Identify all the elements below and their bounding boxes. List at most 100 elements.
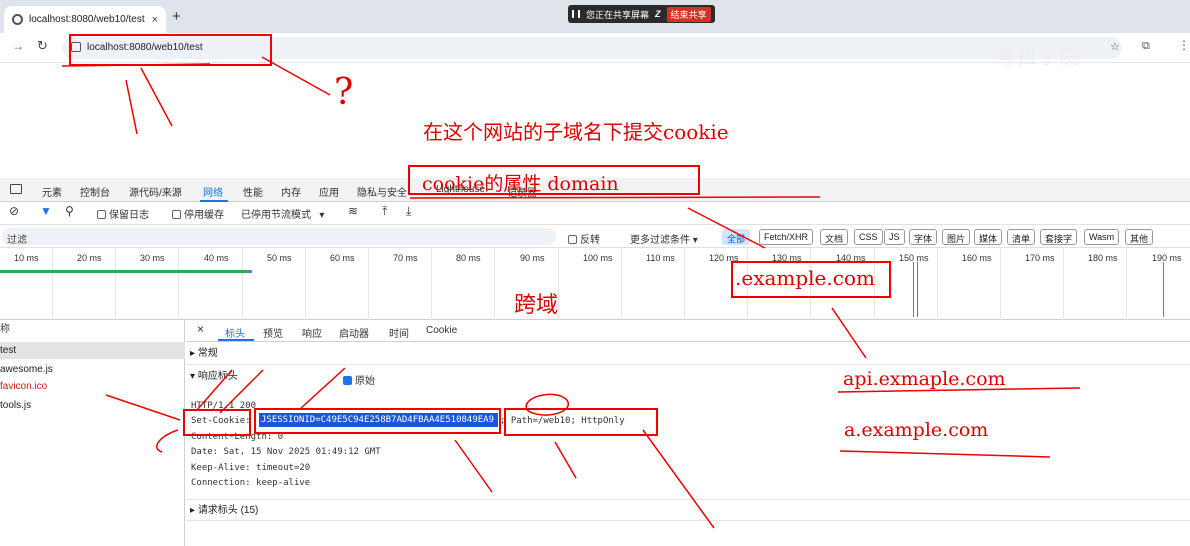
timeline-gridline	[305, 248, 306, 320]
disable-cache-checkbox[interactable]: 停用缓存	[172, 206, 224, 221]
tab-network[interactable]: 网络	[203, 184, 223, 199]
timeline-tick-label: 10 ms	[14, 253, 39, 263]
chip-socket[interactable]: 套接字	[1040, 229, 1078, 245]
preserve-log-checkbox[interactable]: 保留日志	[97, 206, 149, 221]
new-tab-button[interactable]: +	[172, 8, 181, 25]
timeline-gridline	[242, 248, 243, 320]
invert-checkbox[interactable]: 反转	[568, 231, 600, 246]
timeline-bar-waiting	[0, 270, 248, 273]
upload-icon[interactable]: ⤒	[382, 204, 387, 219]
screen-share-bar: 您正在共享屏幕 Z 结束共享	[568, 5, 715, 23]
timeline-gridline	[1126, 248, 1127, 320]
filter-icon[interactable]: ▼	[40, 204, 52, 218]
timeline-gridline	[684, 248, 685, 320]
timeline-gridline	[1063, 248, 1064, 320]
timeline-gridline	[52, 248, 53, 320]
chip-img[interactable]: 图片	[942, 229, 971, 245]
download-icon[interactable]: ⤓	[406, 204, 411, 219]
wifi-icon[interactable]: ≋	[348, 204, 358, 218]
response-headers-section[interactable]: ▾ 响应标头	[186, 366, 1190, 388]
domain-attr-text: cookie的属性 domain	[422, 173, 619, 195]
tab-console[interactable]: 控制台	[80, 184, 110, 199]
tab-cookie[interactable]: Cookie	[426, 325, 457, 336]
reload-icon[interactable]: ↻	[37, 38, 48, 54]
request-tools-js[interactable]: tools.js	[0, 397, 185, 414]
globe-icon	[12, 14, 23, 25]
block-icon[interactable]: ⊘	[9, 204, 19, 218]
timeline-marker	[1163, 262, 1164, 317]
timeline-gridline	[178, 248, 179, 320]
session-id-box	[254, 408, 501, 434]
timeline-tick-label: 100 ms	[583, 253, 613, 263]
timeline-tick-label: 30 ms	[140, 253, 165, 263]
close-detail-icon[interactable]: ×	[197, 322, 204, 336]
search-icon[interactable]: ⚲	[65, 204, 74, 218]
browser-tab[interactable]: localhost:8080/web10/test ×	[4, 6, 166, 33]
url-highlight-box	[69, 34, 272, 66]
close-tab-icon[interactable]: ×	[152, 14, 158, 26]
chip-js[interactable]: JS	[884, 229, 905, 245]
pause-icon	[572, 10, 580, 18]
tab-application[interactable]: 应用	[319, 184, 339, 199]
timeline-gridline	[431, 248, 432, 320]
arrow-url-2	[140, 67, 173, 127]
load-line	[917, 262, 918, 317]
chip-wasm[interactable]: Wasm	[1084, 229, 1120, 245]
timeline-gridline	[115, 248, 116, 320]
timeline-tick-label: 20 ms	[77, 253, 102, 263]
tab-timing[interactable]: 时间	[389, 325, 409, 340]
throttle-select[interactable]: 已停用节流模式 ▾	[241, 206, 324, 221]
timeline-tick-label: 160 ms	[962, 253, 992, 263]
request-headers-section[interactable]: ▸ 请求标头 (15)	[186, 499, 1190, 521]
extensions-icon[interactable]: ⧉	[1142, 40, 1150, 53]
request-awesome-js[interactable]: awesome.js	[0, 361, 185, 378]
tab-sources[interactable]: 源代码/来源	[129, 184, 182, 199]
dock-icon[interactable]	[10, 184, 22, 194]
menu-icon[interactable]: ⋮	[1178, 38, 1190, 52]
arrow-value-up	[454, 439, 493, 493]
set-cookie-box	[183, 409, 251, 436]
stop-share-button[interactable]: 结束共享	[666, 6, 711, 22]
timeline-tick-label: 180 ms	[1088, 253, 1118, 263]
tab-title: localhost:8080/web10/test	[29, 14, 145, 25]
star-icon[interactable]: ☆	[1110, 40, 1120, 53]
timeline-tick-label: 50 ms	[267, 253, 292, 263]
chip-fetch-xhr[interactable]: Fetch/XHR	[759, 229, 814, 245]
arrow-path	[554, 441, 577, 479]
request-favicon[interactable]: favicon.ico	[0, 378, 185, 395]
timeline-tick-label: 190 ms	[1152, 253, 1182, 263]
general-section[interactable]: ▸ 常规	[186, 343, 1190, 365]
timeline-gridline	[558, 248, 559, 320]
forward-icon[interactable]: →	[12, 39, 24, 53]
chip-other[interactable]: 其他	[1125, 229, 1154, 245]
tab-elements[interactable]: 元素	[42, 184, 62, 199]
share-logo: Z	[655, 9, 661, 19]
timeline-gridline	[494, 248, 495, 320]
tab-response[interactable]: 响应	[302, 325, 322, 340]
tab-privacy[interactable]: 隐私与安全	[357, 184, 407, 199]
chip-font[interactable]: 字体	[909, 229, 938, 245]
chip-doc[interactable]: 文档	[820, 229, 849, 245]
filter-placeholder: 过滤	[7, 235, 27, 246]
timeline-bar-download	[248, 270, 252, 273]
timeline-gridline	[368, 248, 369, 320]
chip-all[interactable]: 全部	[722, 229, 751, 245]
timeline-tick-label: 170 ms	[1025, 253, 1055, 263]
tab-initiator[interactable]: 启动器	[339, 325, 369, 340]
tab-memory[interactable]: 内存	[281, 184, 301, 199]
chip-manifest[interactable]: 清单	[1007, 229, 1036, 245]
keep-alive-header: Keep-Alive: timeout=20	[191, 463, 311, 473]
chip-media[interactable]: 媒体	[974, 229, 1003, 245]
filter-input[interactable]	[2, 228, 556, 245]
tab-headers[interactable]: 标头	[225, 325, 245, 340]
tab-performance[interactable]: 性能	[243, 184, 263, 199]
underline-sub2	[839, 450, 1051, 458]
request-test[interactable]: test	[0, 342, 185, 359]
more-filters-dropdown[interactable]: 更多过滤条件 ▾	[630, 231, 698, 246]
tab-preview[interactable]: 预览	[263, 325, 283, 340]
domain-value-text: .example.com	[735, 266, 875, 290]
timeline-gridline	[1000, 248, 1001, 320]
chip-css[interactable]: CSS	[854, 229, 883, 245]
raw-checkbox[interactable]: 原始	[343, 372, 375, 387]
dom-content-loaded-line	[913, 262, 914, 317]
